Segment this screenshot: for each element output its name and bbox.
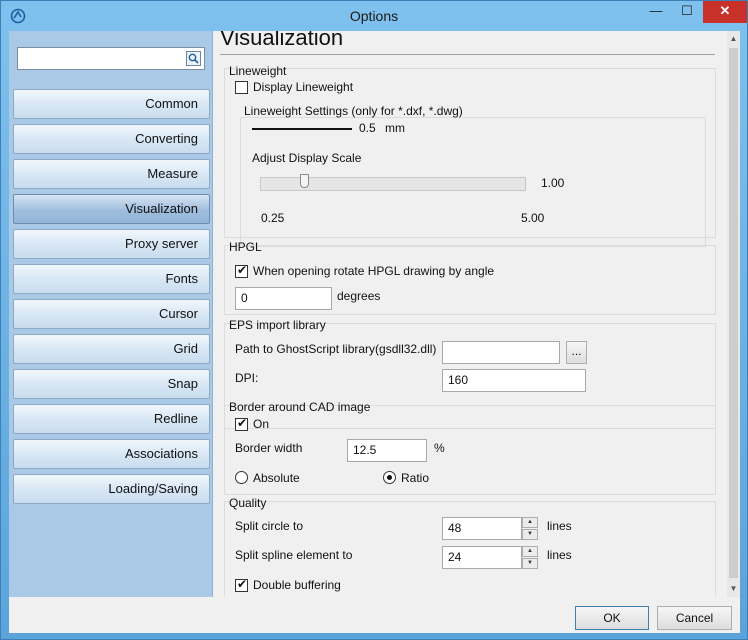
hpgl-group: HPGL When opening rotate HPGL drawing by… <box>224 240 716 315</box>
display-lineweight-checkbox[interactable] <box>235 81 248 94</box>
absolute-radio[interactable] <box>235 471 248 484</box>
search-icon[interactable] <box>186 51 201 66</box>
content-scrollbar[interactable]: ▲ ▼ <box>727 31 740 597</box>
dpi-input[interactable]: 160 <box>442 369 586 392</box>
absolute-label: Absolute <box>253 471 300 485</box>
split-spline-up-arrow-icon[interactable]: ▲ <box>522 546 538 557</box>
lineweight-group-title: Lineweight <box>229 64 287 78</box>
split-spline-label: Split spline element to <box>235 548 353 562</box>
dialog-footer: OK Cancel <box>9 597 740 633</box>
double-buffering-checkbox[interactable] <box>235 577 248 592</box>
sidebar-item-common[interactable]: Common <box>13 89 210 119</box>
quality-group-title: Quality <box>229 496 267 510</box>
page-title: Visualization <box>220 31 344 50</box>
maximize-button[interactable]: ☐ <box>672 1 702 23</box>
category-sidebar: Common Converting Measure Visualization … <box>9 31 213 597</box>
sidebar-item-grid[interactable]: Grid <box>13 334 210 364</box>
sidebar-item-cursor[interactable]: Cursor <box>13 299 210 329</box>
dpi-label: DPI: <box>235 371 259 385</box>
ratio-label: Ratio <box>401 471 430 485</box>
sidebar-item-visualization[interactable]: Visualization <box>13 194 210 224</box>
border-on-checkbox[interactable] <box>235 416 248 431</box>
title-divider <box>220 54 715 55</box>
minimize-button[interactable]: — <box>641 1 671 23</box>
quality-group: Quality Split circle to 48 ▲ ▼ lines Spl… <box>224 496 716 597</box>
rotate-hpgl-checkbox[interactable] <box>235 263 248 278</box>
display-scale-max: 5.00 <box>521 211 545 225</box>
split-circle-stepper[interactable]: ▲ ▼ <box>522 517 538 540</box>
border-on-label: On <box>253 417 270 431</box>
double-buffering-label: Double buffering <box>253 578 341 592</box>
dialog-client-area: Common Converting Measure Visualization … <box>9 31 740 633</box>
split-spline-input[interactable]: 24 <box>442 546 522 569</box>
lineweight-preview-line <box>252 128 352 130</box>
ratio-radio[interactable] <box>383 471 396 484</box>
lineweight-settings-title: Lineweight Settings (only for *.dxf, *.d… <box>244 104 463 118</box>
split-circle-down-arrow-icon[interactable]: ▼ <box>522 529 538 540</box>
sidebar-item-associations[interactable]: Associations <box>13 439 210 469</box>
sidebar-item-fonts[interactable]: Fonts <box>13 264 210 294</box>
options-window: Options — ☐ ✕ Common Converting Measure … <box>0 0 748 640</box>
lineweight-unit: mm <box>385 121 405 135</box>
split-circle-label: Split circle to <box>235 519 304 533</box>
split-spline-unit: lines <box>547 548 572 562</box>
display-scale-slider-thumb[interactable] <box>300 174 309 188</box>
split-spline-stepper[interactable]: ▲ ▼ <box>522 546 538 569</box>
split-circle-input[interactable]: 48 <box>442 517 522 540</box>
border-width-input[interactable]: 12.5 <box>347 439 427 462</box>
ghostscript-path-label: Path to GhostScript library(gsdll32.dll) <box>235 342 437 356</box>
border-group: Border around CAD image On Border width … <box>224 400 716 495</box>
cancel-button[interactable]: Cancel <box>657 606 732 630</box>
sidebar-item-loading-saving[interactable]: Loading/Saving <box>13 474 210 504</box>
lineweight-group: Lineweight Display Lineweight Lineweight… <box>224 64 716 247</box>
split-spline-down-arrow-icon[interactable]: ▼ <box>522 558 538 569</box>
display-lineweight-label: Display Lineweight <box>253 80 354 94</box>
display-scale-value: 1.00 <box>541 176 565 190</box>
window-title: Options <box>349 8 399 24</box>
scroll-down-arrow-icon[interactable]: ▼ <box>727 581 740 597</box>
border-width-unit: % <box>434 441 445 455</box>
settings-content-panel: Visualization Lineweight Display Linewei… <box>214 31 727 597</box>
ok-button[interactable]: OK <box>575 606 649 630</box>
close-button[interactable]: ✕ <box>703 1 747 23</box>
split-circle-up-arrow-icon[interactable]: ▲ <box>522 517 538 528</box>
rotation-angle-unit: degrees <box>337 289 381 303</box>
rotation-angle-input[interactable]: 0 <box>235 287 332 310</box>
display-scale-min: 0.25 <box>261 211 285 225</box>
border-width-label: Border width <box>235 441 303 455</box>
ghostscript-path-input[interactable] <box>442 341 560 364</box>
sidebar-item-proxy-server[interactable]: Proxy server <box>13 229 210 259</box>
scrollbar-thumb[interactable] <box>729 48 738 578</box>
adjust-display-scale-label: Adjust Display Scale <box>252 151 362 165</box>
eps-group-title: EPS import library <box>229 318 326 332</box>
search-input[interactable] <box>17 47 205 70</box>
sidebar-item-converting[interactable]: Converting <box>13 124 210 154</box>
sidebar-item-measure[interactable]: Measure <box>13 159 210 189</box>
lineweight-value: 0.5 <box>359 121 376 135</box>
sidebar-item-snap[interactable]: Snap <box>13 369 210 399</box>
rotate-hpgl-label: When opening rotate HPGL drawing by angl… <box>253 264 495 278</box>
border-group-title: Border around CAD image <box>229 400 371 414</box>
sidebar-item-redline[interactable]: Redline <box>13 404 210 434</box>
scroll-up-arrow-icon[interactable]: ▲ <box>727 31 740 47</box>
split-circle-unit: lines <box>547 519 572 533</box>
browse-button[interactable]: ... <box>566 341 587 364</box>
hpgl-group-title: HPGL <box>229 240 262 254</box>
title-bar[interactable]: Options — ☐ ✕ <box>1 1 747 31</box>
